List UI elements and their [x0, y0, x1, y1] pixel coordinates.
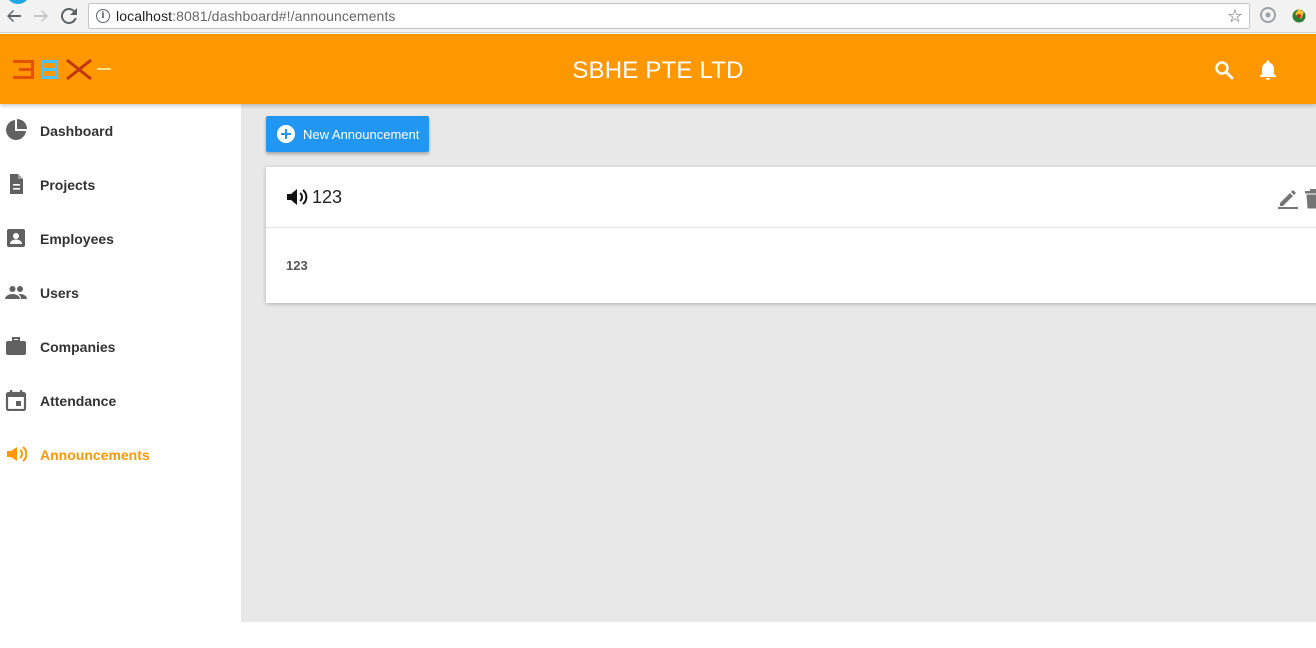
volume-icon [287, 189, 308, 205]
document-icon [10, 174, 23, 194]
reload-icon [61, 8, 77, 24]
sidebar-item-label: Announcements [40, 447, 150, 463]
sidebar-item-label: Users [40, 285, 79, 301]
sidebar-item-label: Companies [40, 339, 116, 355]
announcement-card: 123 123 [266, 167, 1316, 303]
sidebar-item-label: Projects [40, 177, 96, 193]
back-arrow-icon [7, 10, 21, 22]
sidebar-item-dashboard[interactable]: Dashboard [0, 104, 241, 158]
sidebar-item-label: Dashboard [40, 123, 114, 139]
url-text[interactable]: localhost:8081/dashboard#!/announcements [116, 8, 396, 24]
address-bar[interactable]: i localhost:8081/dashboard#!/announcemen… [88, 3, 1250, 29]
page-footer-area [0, 622, 1316, 648]
delete-trash-icon[interactable] [1304, 189, 1316, 209]
people-icon [5, 286, 27, 299]
pie-chart-icon [6, 119, 27, 140]
sidebar-item-projects[interactable]: Projects [0, 158, 241, 212]
sidebar-item-announcements[interactable]: Announcements [0, 428, 241, 482]
page-title: SBHE PTE LTD [572, 57, 744, 84]
reload-button[interactable] [58, 5, 80, 27]
announcement-card-header: 123 [266, 167, 1316, 228]
calendar-icon [5, 390, 27, 411]
contact-card-icon [7, 229, 25, 247]
announcement-body: 123 [286, 258, 308, 273]
tab-indicator [6, 0, 30, 4]
notification-bell-icon[interactable] [1256, 58, 1280, 82]
extension-globe-icon[interactable] [1290, 6, 1308, 24]
browser-toolbar: i localhost:8081/dashboard#!/announcemen… [0, 0, 1316, 33]
announcement-title: 123 [312, 187, 343, 207]
megaphone-icon [7, 446, 27, 462]
sidebar-item-companies[interactable]: Companies [0, 320, 241, 374]
forward-arrow-icon [34, 10, 48, 22]
add-circle-icon [277, 125, 295, 143]
new-announcement-label: New Announcement [303, 126, 420, 142]
sidebar-item-users[interactable]: Users [0, 266, 241, 320]
edit-pencil-icon[interactable] [1277, 187, 1299, 209]
sidebar-item-employees[interactable]: Employees [0, 212, 241, 266]
new-announcement-button[interactable]: New Announcement [266, 116, 429, 152]
sidebar-item-label: Attendance [40, 393, 117, 409]
back-button[interactable] [3, 5, 25, 27]
forward-button[interactable] [30, 5, 52, 27]
search-icon[interactable] [1212, 58, 1236, 82]
sidebar-item-label: Employees [40, 231, 114, 247]
briefcase-icon [6, 337, 26, 355]
sidebar: Dashboard Projects Employees Users Compa… [0, 104, 241, 622]
extension-icon[interactable] [1259, 6, 1277, 24]
app-header: SBHE PTE LTD [0, 34, 1316, 104]
bookmark-star-icon[interactable]: ☆ [1227, 6, 1243, 27]
main-content: New Announcement 123 123 [241, 104, 1316, 622]
sidebar-item-attendance[interactable]: Attendance [0, 374, 241, 428]
info-icon[interactable]: i [96, 9, 110, 23]
